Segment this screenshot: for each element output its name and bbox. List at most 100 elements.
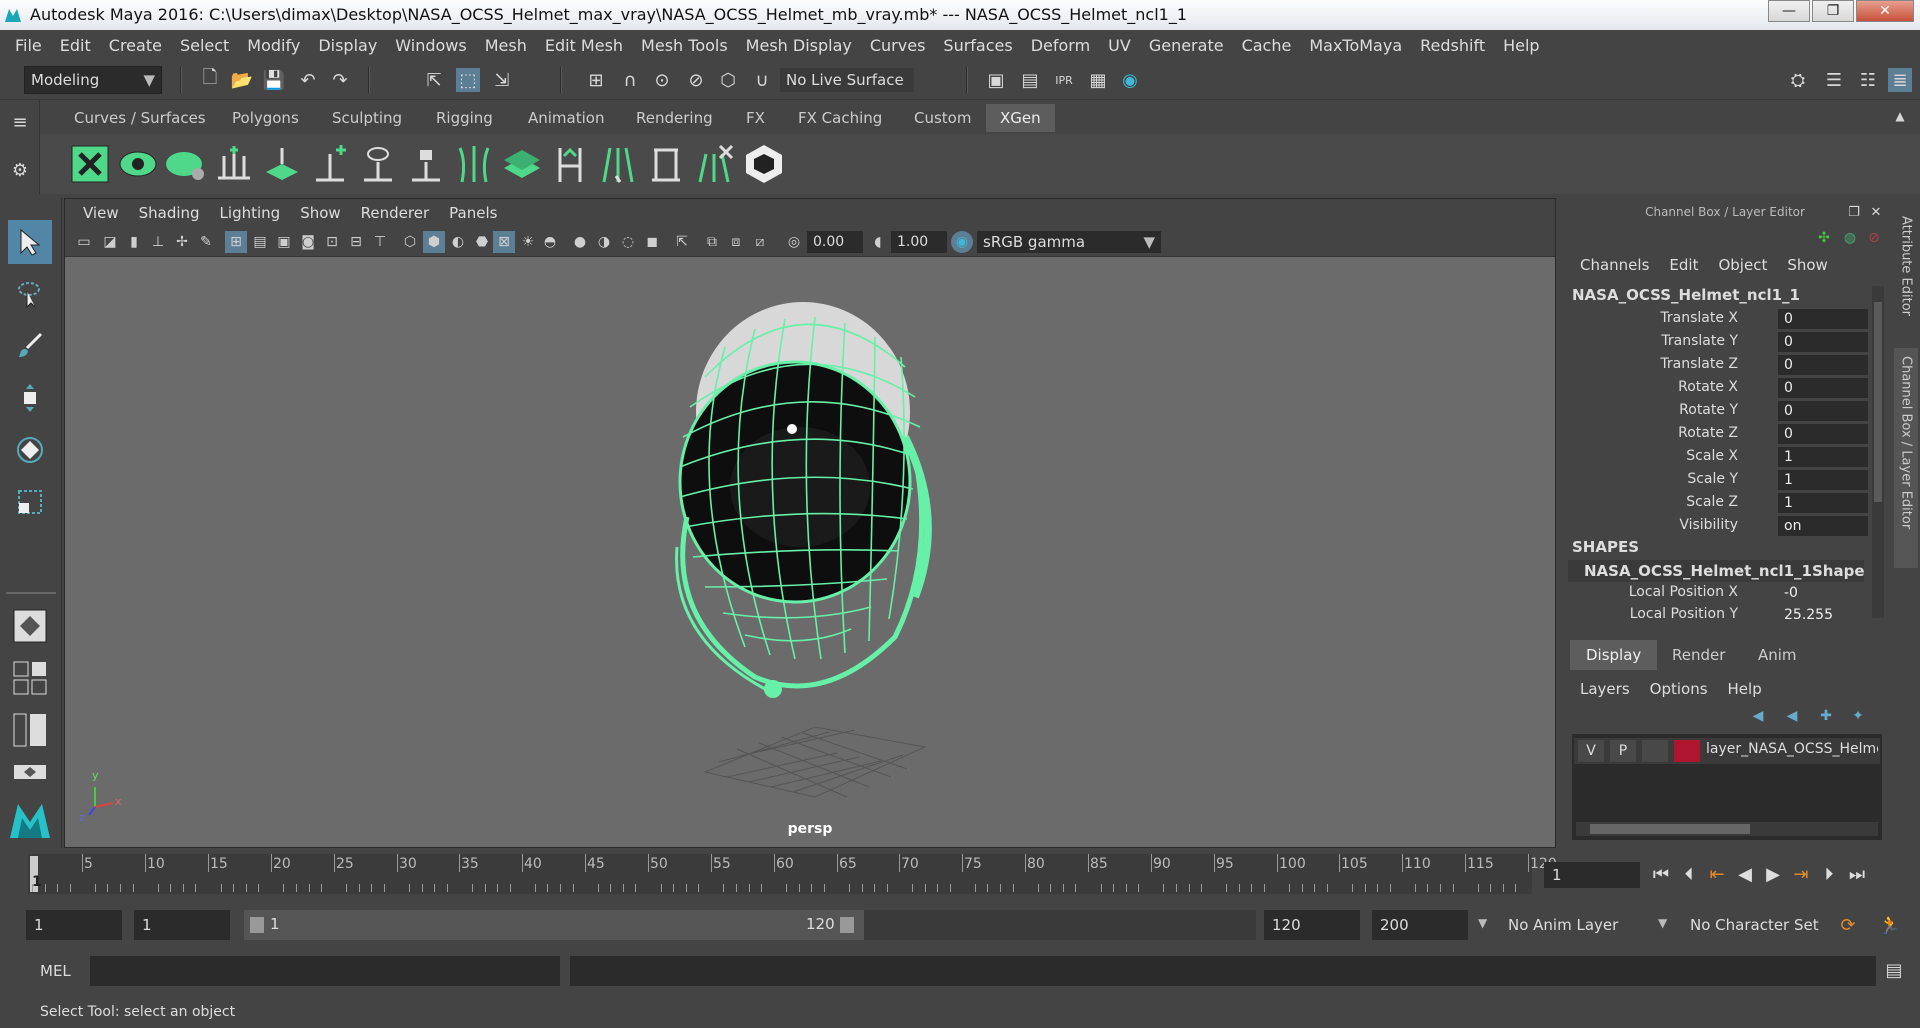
step-forward-frame-icon[interactable]: ⇥: [1788, 860, 1814, 888]
render-settings-icon[interactable]: ▣: [984, 68, 1008, 92]
image-plane-icon[interactable]: ⊥: [147, 231, 169, 253]
xray-icon[interactable]: ⬣: [471, 231, 493, 253]
shelf-scroll-up-icon[interactable]: ▲: [1888, 104, 1912, 128]
grease-pencil-icon[interactable]: ✎: [195, 231, 217, 253]
tab-channel-box-layer-editor[interactable]: Channel Box / Layer Editor: [1894, 348, 1918, 568]
timeline-track[interactable]: 1 5 10 15 20 25 30 35 40 45 50 55 60 65 70 75 80 85 90 95 1…: [28, 854, 1557, 894]
chevron-down-icon[interactable]: ▼: [1658, 916, 1667, 930]
attr-value[interactable]: 0: [1778, 355, 1868, 375]
render-frame-icon[interactable]: ▤: [1018, 68, 1042, 92]
shelf-tab-sculpting[interactable]: Sculpting: [318, 104, 416, 132]
menu-help[interactable]: Help: [1494, 36, 1548, 55]
viewport-persp[interactable]: y x z persp: [65, 257, 1555, 847]
menu-display[interactable]: Display: [309, 36, 386, 55]
attr-value[interactable]: 1: [1778, 493, 1868, 513]
frame-selected-icon[interactable]: ⧈: [725, 231, 747, 253]
menu-curves[interactable]: Curves: [861, 36, 935, 55]
smooth-shade-icon[interactable]: ⬢: [423, 231, 445, 253]
xgen-delete-guides-icon[interactable]: [692, 142, 736, 186]
attr-rotate-z[interactable]: Rotate Z 0: [1560, 423, 1872, 445]
layout-options[interactable]: [8, 758, 52, 788]
tab-attribute-editor[interactable]: Attribute Editor: [1894, 208, 1918, 328]
tool-settings-icon[interactable]: ☷: [1856, 68, 1880, 92]
range-start-handle[interactable]: [250, 917, 264, 933]
new-layer-selected-icon[interactable]: ✦: [1846, 704, 1870, 728]
menu-deform[interactable]: Deform: [1022, 36, 1099, 55]
save-scene-icon[interactable]: 💾: [262, 68, 286, 92]
shadows-icon[interactable]: ◓: [539, 231, 561, 253]
layer-tab-display[interactable]: Display: [1570, 640, 1658, 670]
layer-tab-render[interactable]: Render: [1656, 640, 1741, 670]
menu-modify[interactable]: Modify: [238, 36, 309, 55]
attr-rotate-y[interactable]: Rotate Y 0: [1560, 400, 1872, 422]
attr-value[interactable]: 1: [1778, 470, 1868, 490]
depth-of-field-icon[interactable]: ◼: [641, 231, 663, 253]
attr-local-position-x[interactable]: Local Position X -0: [1560, 582, 1872, 604]
xgen-sculpt-guides-icon[interactable]: [452, 142, 496, 186]
scrollbar-thumb[interactable]: [1590, 824, 1750, 834]
panel-menu-show[interactable]: Show: [290, 204, 350, 222]
playback-start-field[interactable]: 1: [134, 910, 230, 940]
paint-select-tool[interactable]: [8, 324, 52, 368]
panel-menu-view[interactable]: View: [73, 204, 129, 222]
menu-mesh-tools[interactable]: Mesh Tools: [632, 36, 737, 55]
layer-menu-layers[interactable]: Layers: [1570, 674, 1640, 704]
snap-surface-icon[interactable]: ⬡: [716, 68, 740, 92]
select-camera-icon[interactable]: ▭: [73, 231, 95, 253]
scale-tool[interactable]: [8, 480, 52, 524]
anim-layer-dropdown[interactable]: No Anim Layer: [1500, 910, 1650, 940]
float-panel-icon[interactable]: ❐: [1842, 200, 1866, 224]
shelf-tab-curves-surfaces[interactable]: Curves / Surfaces: [60, 104, 220, 132]
layer-playback-toggle[interactable]: P: [1610, 740, 1636, 762]
snap-point-icon[interactable]: ⊙: [650, 68, 674, 92]
gate-mask-icon[interactable]: ◙: [297, 231, 319, 253]
render-view-icon[interactable]: ▦: [1086, 68, 1110, 92]
shelf-menu-icon[interactable]: ≡: [8, 110, 32, 134]
hypershade-icon[interactable]: ◉: [1118, 68, 1142, 92]
scrollbar-thumb[interactable]: [1874, 302, 1882, 502]
xgen-guide-visibility-icon[interactable]: [356, 142, 400, 186]
animation-prefs-icon[interactable]: 🏃: [1878, 913, 1902, 937]
select-object-icon[interactable]: ⬚: [456, 68, 480, 92]
panel-menu-panels[interactable]: Panels: [439, 204, 507, 222]
xgen-lock-guides-icon[interactable]: [404, 142, 448, 186]
menu-mesh[interactable]: Mesh: [476, 36, 536, 55]
cb-menu-show[interactable]: Show: [1777, 250, 1837, 280]
layer-name[interactable]: layer_NASA_OCSS_Helmet: [1706, 741, 1878, 757]
snap-curve-icon[interactable]: ∩: [618, 68, 642, 92]
ipr-render-icon[interactable]: IPR: [1052, 68, 1076, 92]
attr-value[interactable]: 0: [1778, 401, 1868, 421]
layer-color-swatch[interactable]: [1674, 740, 1700, 762]
channel-box-scrollbar[interactable]: [1872, 286, 1884, 618]
script-language-label[interactable]: MEL: [40, 962, 71, 980]
camera-attributes-icon[interactable]: ◪: [99, 231, 121, 253]
rotate-tool[interactable]: [8, 428, 52, 472]
menu-edit[interactable]: Edit: [51, 36, 100, 55]
attr-value[interactable]: 1: [1778, 447, 1868, 467]
gamma-icon[interactable]: ◖: [867, 231, 889, 253]
outliner-persp-layout[interactable]: [8, 708, 52, 752]
attr-translate-y[interactable]: Translate Y 0: [1560, 331, 1872, 353]
animation-end-field[interactable]: 200: [1372, 910, 1468, 940]
new-scene-icon[interactable]: 🗋: [198, 67, 222, 92]
xgen-place-guide-icon[interactable]: [260, 142, 304, 186]
step-back-frame-icon[interactable]: ⇤: [1704, 860, 1730, 888]
attr-value[interactable]: 0: [1778, 424, 1868, 444]
attr-scale-y[interactable]: Scale Y 1: [1560, 469, 1872, 491]
maximize-button[interactable]: ❐: [1812, 0, 1854, 22]
playback-end-field[interactable]: 120: [1264, 910, 1360, 940]
cb-menu-channels[interactable]: Channels: [1570, 250, 1659, 280]
panel-menu-shading[interactable]: Shading: [129, 204, 210, 222]
attr-scale-z[interactable]: Scale Z 1: [1560, 492, 1872, 514]
xgen-editor-icon[interactable]: [68, 142, 112, 186]
cb-menu-object[interactable]: Object: [1708, 250, 1777, 280]
layer-type-toggle[interactable]: [1642, 740, 1668, 762]
ambient-occlusion-icon[interactable]: ●: [569, 231, 591, 253]
menu-select[interactable]: Select: [171, 36, 238, 55]
menuset-dropdown[interactable]: Modeling ▼: [24, 66, 162, 94]
go-to-start-icon[interactable]: ⏮: [1648, 860, 1674, 888]
attr-value[interactable]: 0: [1778, 309, 1868, 329]
select-tool[interactable]: [8, 220, 52, 264]
xgen-density-icon[interactable]: [500, 142, 544, 186]
single-perspective-layout[interactable]: [8, 604, 52, 648]
